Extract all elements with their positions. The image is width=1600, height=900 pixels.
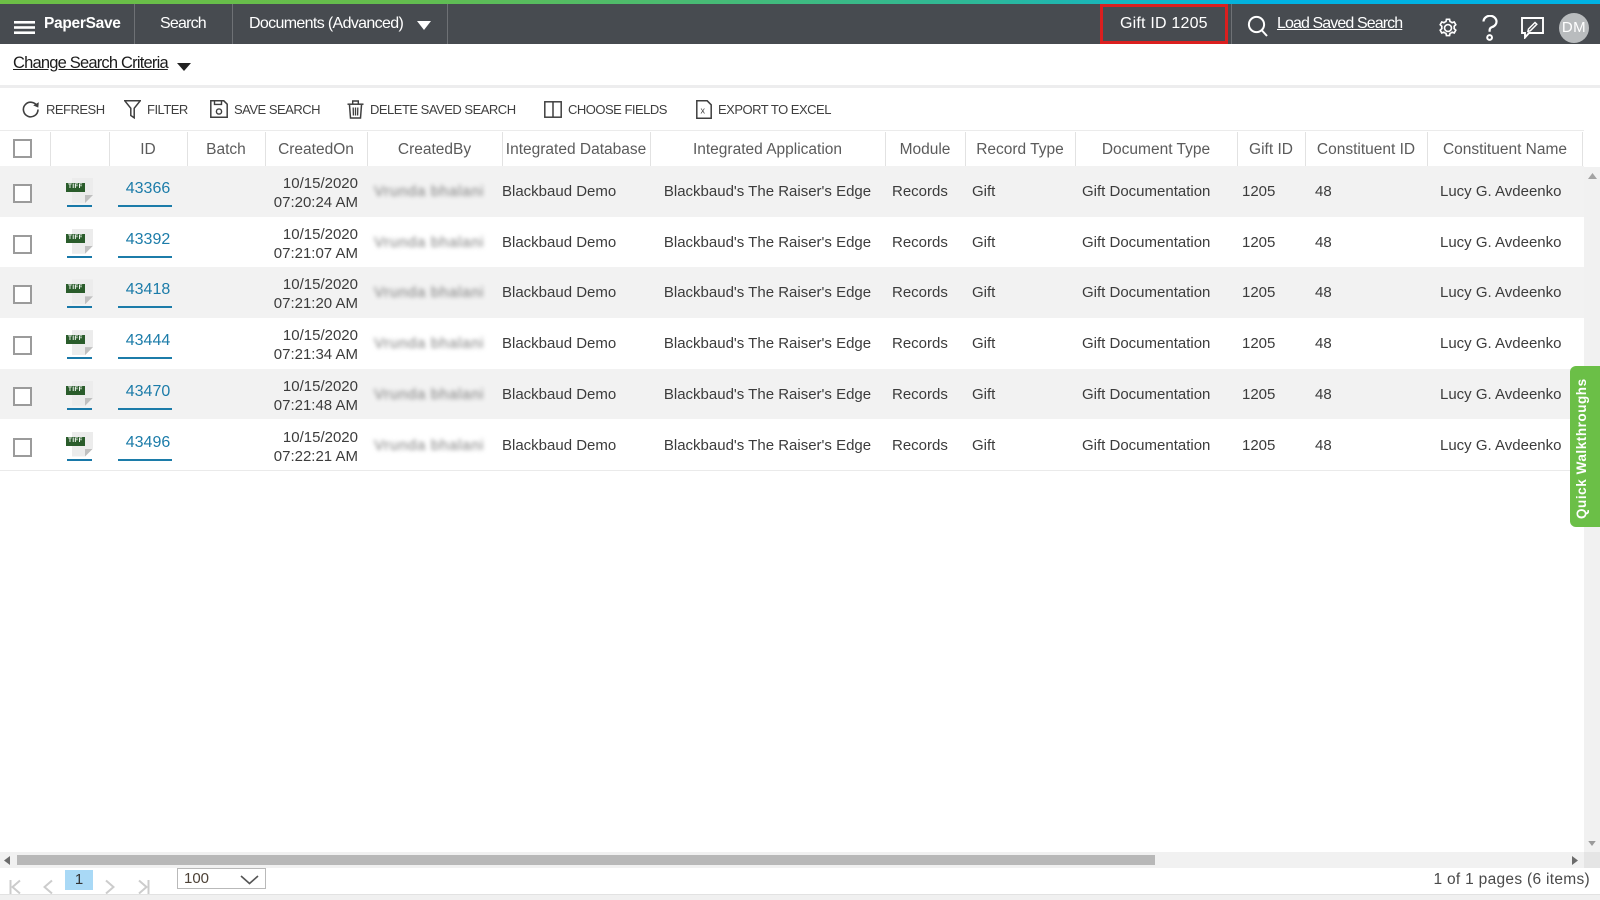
svg-text:x: x <box>701 105 706 115</box>
